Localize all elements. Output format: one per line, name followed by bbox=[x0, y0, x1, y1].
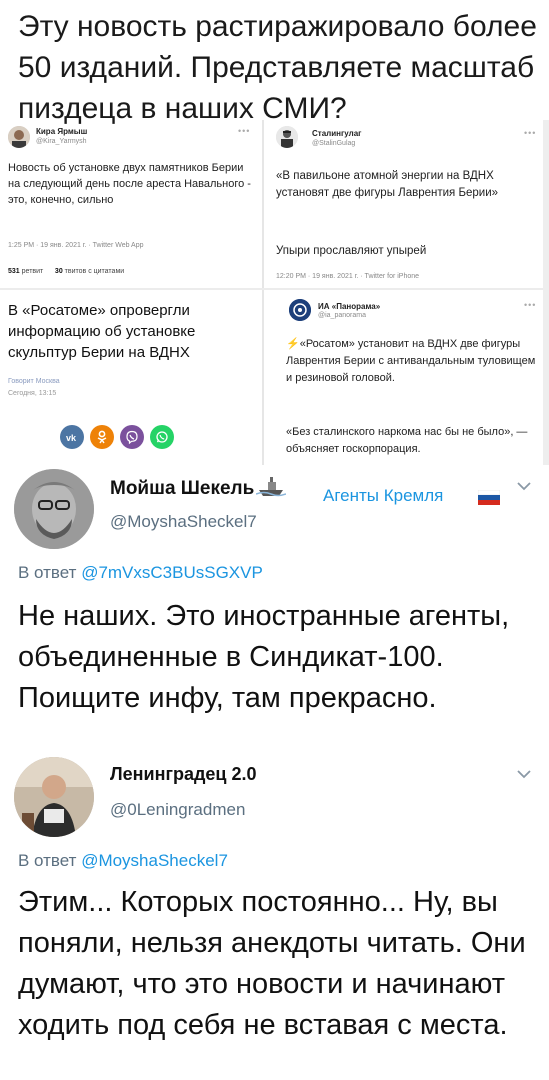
article-source[interactable]: Говорит Москва bbox=[8, 378, 60, 385]
viber-icon[interactable] bbox=[120, 425, 144, 449]
tweet-author-name[interactable]: Ленинградец 2.0 bbox=[110, 764, 256, 785]
quote-label: твитов с цитатами bbox=[64, 268, 125, 275]
reply-context: В ответ @7mVxsC3BUsSGXVP bbox=[18, 563, 263, 583]
svg-text:vk: vk bbox=[66, 433, 77, 442]
russia-flag-icon bbox=[477, 489, 501, 510]
avatar[interactable] bbox=[276, 126, 298, 148]
tweet-author-name[interactable]: Кира Ярмыш bbox=[36, 127, 87, 136]
tweet-text: «Без сталинского наркома нас бы не было»… bbox=[286, 426, 528, 455]
tweet-author-handle[interactable]: @MoyshaSheckel7 bbox=[110, 512, 257, 532]
reply-prefix: В ответ bbox=[18, 563, 77, 582]
reply-prefix: В ответ bbox=[18, 851, 77, 870]
article-title[interactable]: В «Росатоме» опровергли информацию об ус… bbox=[8, 300, 253, 363]
tweet-text: «В павильоне атомной энергии на ВДНХ уст… bbox=[276, 170, 499, 199]
tweet-text: Этим... Которых постоянно... Ну, вы поня… bbox=[18, 886, 526, 1041]
tweet-author-name[interactable]: ИА «Панорама» bbox=[318, 302, 380, 311]
tweet-text: Не наших. Это иностранные агенты, объеди… bbox=[18, 600, 510, 714]
collage-divider-vertical bbox=[262, 120, 264, 465]
tweet-author-handle[interactable]: @StalinGulag bbox=[312, 140, 355, 147]
reply-to-link[interactable]: @7mVxsC3BUsSGXVP bbox=[81, 563, 263, 582]
retweet-count: 531 bbox=[8, 268, 20, 275]
more-options-icon[interactable]: ••• bbox=[524, 128, 536, 138]
vk-icon[interactable]: vk bbox=[60, 425, 84, 449]
ok-icon[interactable] bbox=[90, 425, 114, 449]
avatar[interactable] bbox=[14, 469, 94, 549]
tweet-meta: 12:20 PM · 19 янв. 2021 г. · Twitter for… bbox=[276, 273, 420, 280]
whatsapp-icon[interactable] bbox=[150, 425, 174, 449]
tweet-text: Новость об установке двух памятников Бер… bbox=[8, 162, 251, 206]
chevron-down-icon[interactable] bbox=[517, 478, 531, 496]
avatar[interactable] bbox=[8, 126, 30, 148]
collage-edge bbox=[543, 120, 549, 465]
reply-to-link[interactable]: @MoyshaSheckel7 bbox=[81, 851, 228, 870]
tweet-text: Упыри прославляют упырей bbox=[276, 245, 427, 257]
chevron-down-icon[interactable] bbox=[517, 766, 531, 784]
quote-count: 30 bbox=[54, 268, 63, 275]
agents-tag: Агенты Кремля bbox=[323, 486, 444, 505]
article-time: Сегодня, 13:15 bbox=[8, 390, 57, 397]
avatar[interactable] bbox=[14, 757, 94, 837]
tweet-author-name[interactable]: Мойша Шекель bbox=[110, 478, 254, 500]
ship-emoji-icon bbox=[255, 474, 287, 503]
tweet-author-handle[interactable]: @0Leningradmen bbox=[110, 800, 245, 820]
post-headline: Эту новость растиражировало более 50 изд… bbox=[18, 10, 537, 125]
tweet-author-name[interactable]: Сталингулаг bbox=[312, 129, 362, 138]
tweet-text: ⚡«Росатом» установит на ВДНХ две фигуры … bbox=[286, 338, 536, 384]
retweet-label: ретвит bbox=[21, 268, 44, 275]
tweet-meta: 1:25 PM · 19 янв. 2021 г. · Twitter Web … bbox=[8, 242, 144, 249]
share-buttons: vk bbox=[60, 425, 174, 449]
collage-divider-right bbox=[262, 288, 549, 290]
tweet-author-handle[interactable]: @ia_panorama bbox=[318, 312, 366, 319]
avatar[interactable] bbox=[289, 299, 311, 321]
reply-context: В ответ @MoyshaSheckel7 bbox=[18, 851, 228, 871]
more-options-icon[interactable]: ••• bbox=[524, 300, 536, 310]
tweet-stats: 531 ретвит 30 твитов с цитатами bbox=[8, 268, 124, 275]
tweet-author-handle[interactable]: @Kira_Yarmysh bbox=[36, 138, 87, 145]
more-options-icon[interactable]: ••• bbox=[238, 126, 250, 136]
collage-divider-left bbox=[0, 288, 262, 290]
